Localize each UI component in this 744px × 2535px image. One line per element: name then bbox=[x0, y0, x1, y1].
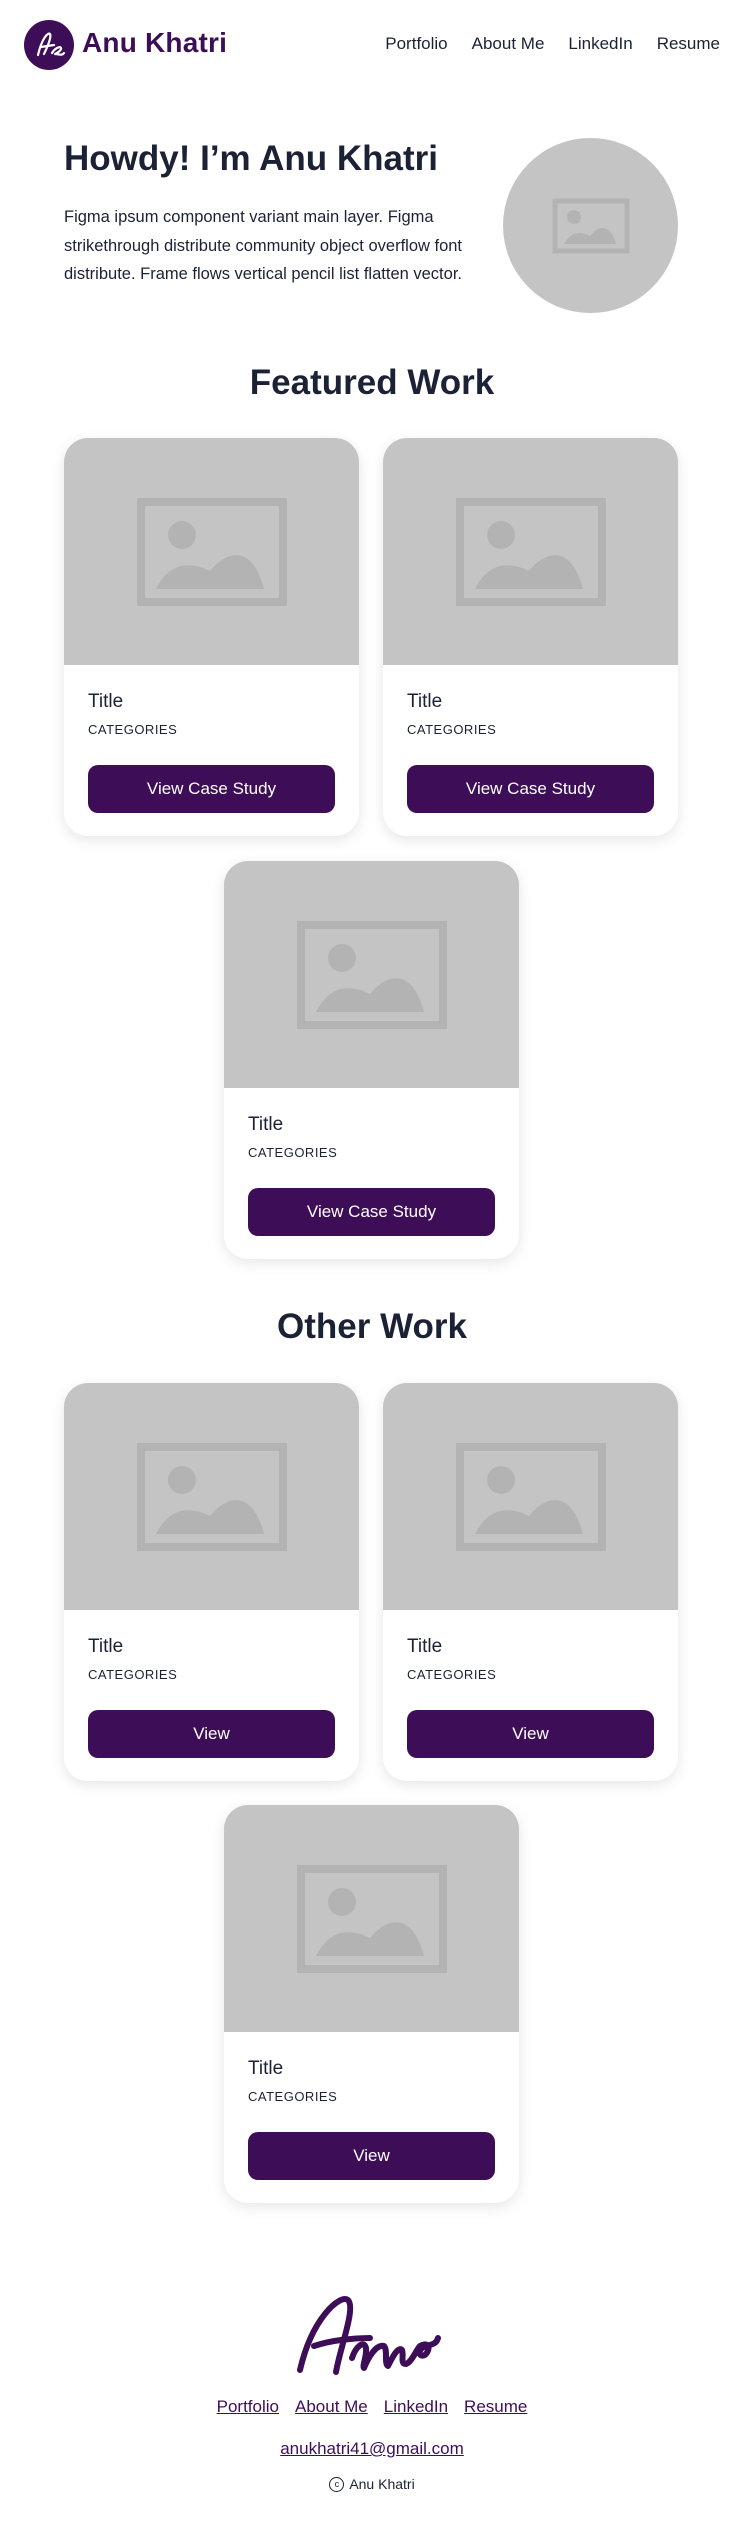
card-image bbox=[64, 438, 359, 665]
copyright-name: Anu Khatri bbox=[349, 2476, 415, 2492]
view-button[interactable]: View bbox=[407, 1710, 654, 1758]
image-placeholder-icon bbox=[136, 1442, 287, 1551]
logo-icon[interactable] bbox=[24, 20, 74, 70]
card-title: Title bbox=[407, 1636, 443, 1657]
image-placeholder-icon bbox=[296, 920, 447, 1029]
card-image bbox=[383, 1383, 678, 1610]
card-category: CATEGORIES bbox=[88, 1667, 178, 1682]
view-button[interactable]: View bbox=[88, 1710, 335, 1758]
card-image bbox=[64, 1383, 359, 1610]
view-case-study-button[interactable]: View Case Study bbox=[407, 765, 654, 813]
nav-link-resume[interactable]: Resume bbox=[657, 34, 720, 54]
other-card-3: Title CATEGORIES View bbox=[224, 1805, 519, 2203]
card-category: CATEGORIES bbox=[248, 2089, 338, 2104]
card-title: Title bbox=[248, 1114, 284, 1135]
image-placeholder-icon bbox=[136, 497, 287, 606]
nav-link-portfolio[interactable]: Portfolio bbox=[385, 34, 447, 54]
site-header: Anu Khatri Portfolio About Me LinkedIn R… bbox=[0, 0, 744, 90]
view-button[interactable]: View bbox=[248, 2132, 495, 2180]
footer-link-portfolio[interactable]: Portfolio bbox=[217, 2397, 279, 2417]
card-title: Title bbox=[248, 2058, 284, 2079]
avatar bbox=[503, 138, 678, 313]
view-case-study-button[interactable]: View Case Study bbox=[88, 765, 335, 813]
copyright: c Anu Khatri bbox=[0, 2476, 744, 2492]
card-category: CATEGORIES bbox=[88, 722, 178, 737]
card-category: CATEGORIES bbox=[407, 722, 497, 737]
image-placeholder-icon bbox=[552, 198, 629, 253]
nav-link-linkedin[interactable]: LinkedIn bbox=[568, 34, 632, 54]
card-image bbox=[224, 861, 519, 1088]
hero-description: Figma ipsum component variant main layer… bbox=[64, 208, 463, 283]
card-image bbox=[224, 1805, 519, 2032]
nav-link-about-me[interactable]: About Me bbox=[472, 34, 545, 54]
featured-work-title: Featured Work bbox=[249, 363, 495, 402]
footer-email: anukhatri41@gmail.com bbox=[0, 2439, 744, 2459]
featured-card-2: Title CATEGORIES View Case Study bbox=[383, 438, 678, 836]
view-case-study-button[interactable]: View Case Study bbox=[248, 1188, 495, 1236]
hero-title: Howdy! I’m Anu Khatri bbox=[64, 139, 438, 178]
card-title: Title bbox=[407, 691, 443, 712]
footer-link-resume[interactable]: Resume bbox=[464, 2397, 527, 2417]
other-card-1: Title CATEGORIES View bbox=[64, 1383, 359, 1781]
card-image bbox=[383, 438, 678, 665]
featured-card-3: Title CATEGORIES View Case Study bbox=[224, 861, 519, 1259]
image-placeholder-icon bbox=[455, 1442, 606, 1551]
footer-link-linkedin[interactable]: LinkedIn bbox=[384, 2397, 448, 2417]
footer-nav: Portfolio About Me LinkedIn Resume bbox=[0, 2397, 744, 2417]
main-nav: Portfolio About Me LinkedIn Resume bbox=[385, 34, 720, 54]
other-card-2: Title CATEGORIES View bbox=[383, 1383, 678, 1781]
other-work-title: Other Work bbox=[277, 1307, 467, 1346]
email-link[interactable]: anukhatri41@gmail.com bbox=[280, 2439, 464, 2458]
site-name[interactable]: Anu Khatri bbox=[82, 27, 227, 59]
featured-card-1: Title CATEGORIES View Case Study bbox=[64, 438, 359, 836]
card-title: Title bbox=[88, 691, 124, 712]
image-placeholder-icon bbox=[455, 497, 606, 606]
image-placeholder-icon bbox=[296, 1864, 447, 1973]
card-category: CATEGORIES bbox=[248, 1145, 338, 1160]
card-title: Title bbox=[88, 1636, 124, 1657]
footer-link-about-me[interactable]: About Me bbox=[295, 2397, 368, 2417]
signature-logo-icon bbox=[292, 2288, 452, 2388]
copyright-icon: c bbox=[329, 2476, 345, 2492]
card-category: CATEGORIES bbox=[407, 1667, 497, 1682]
